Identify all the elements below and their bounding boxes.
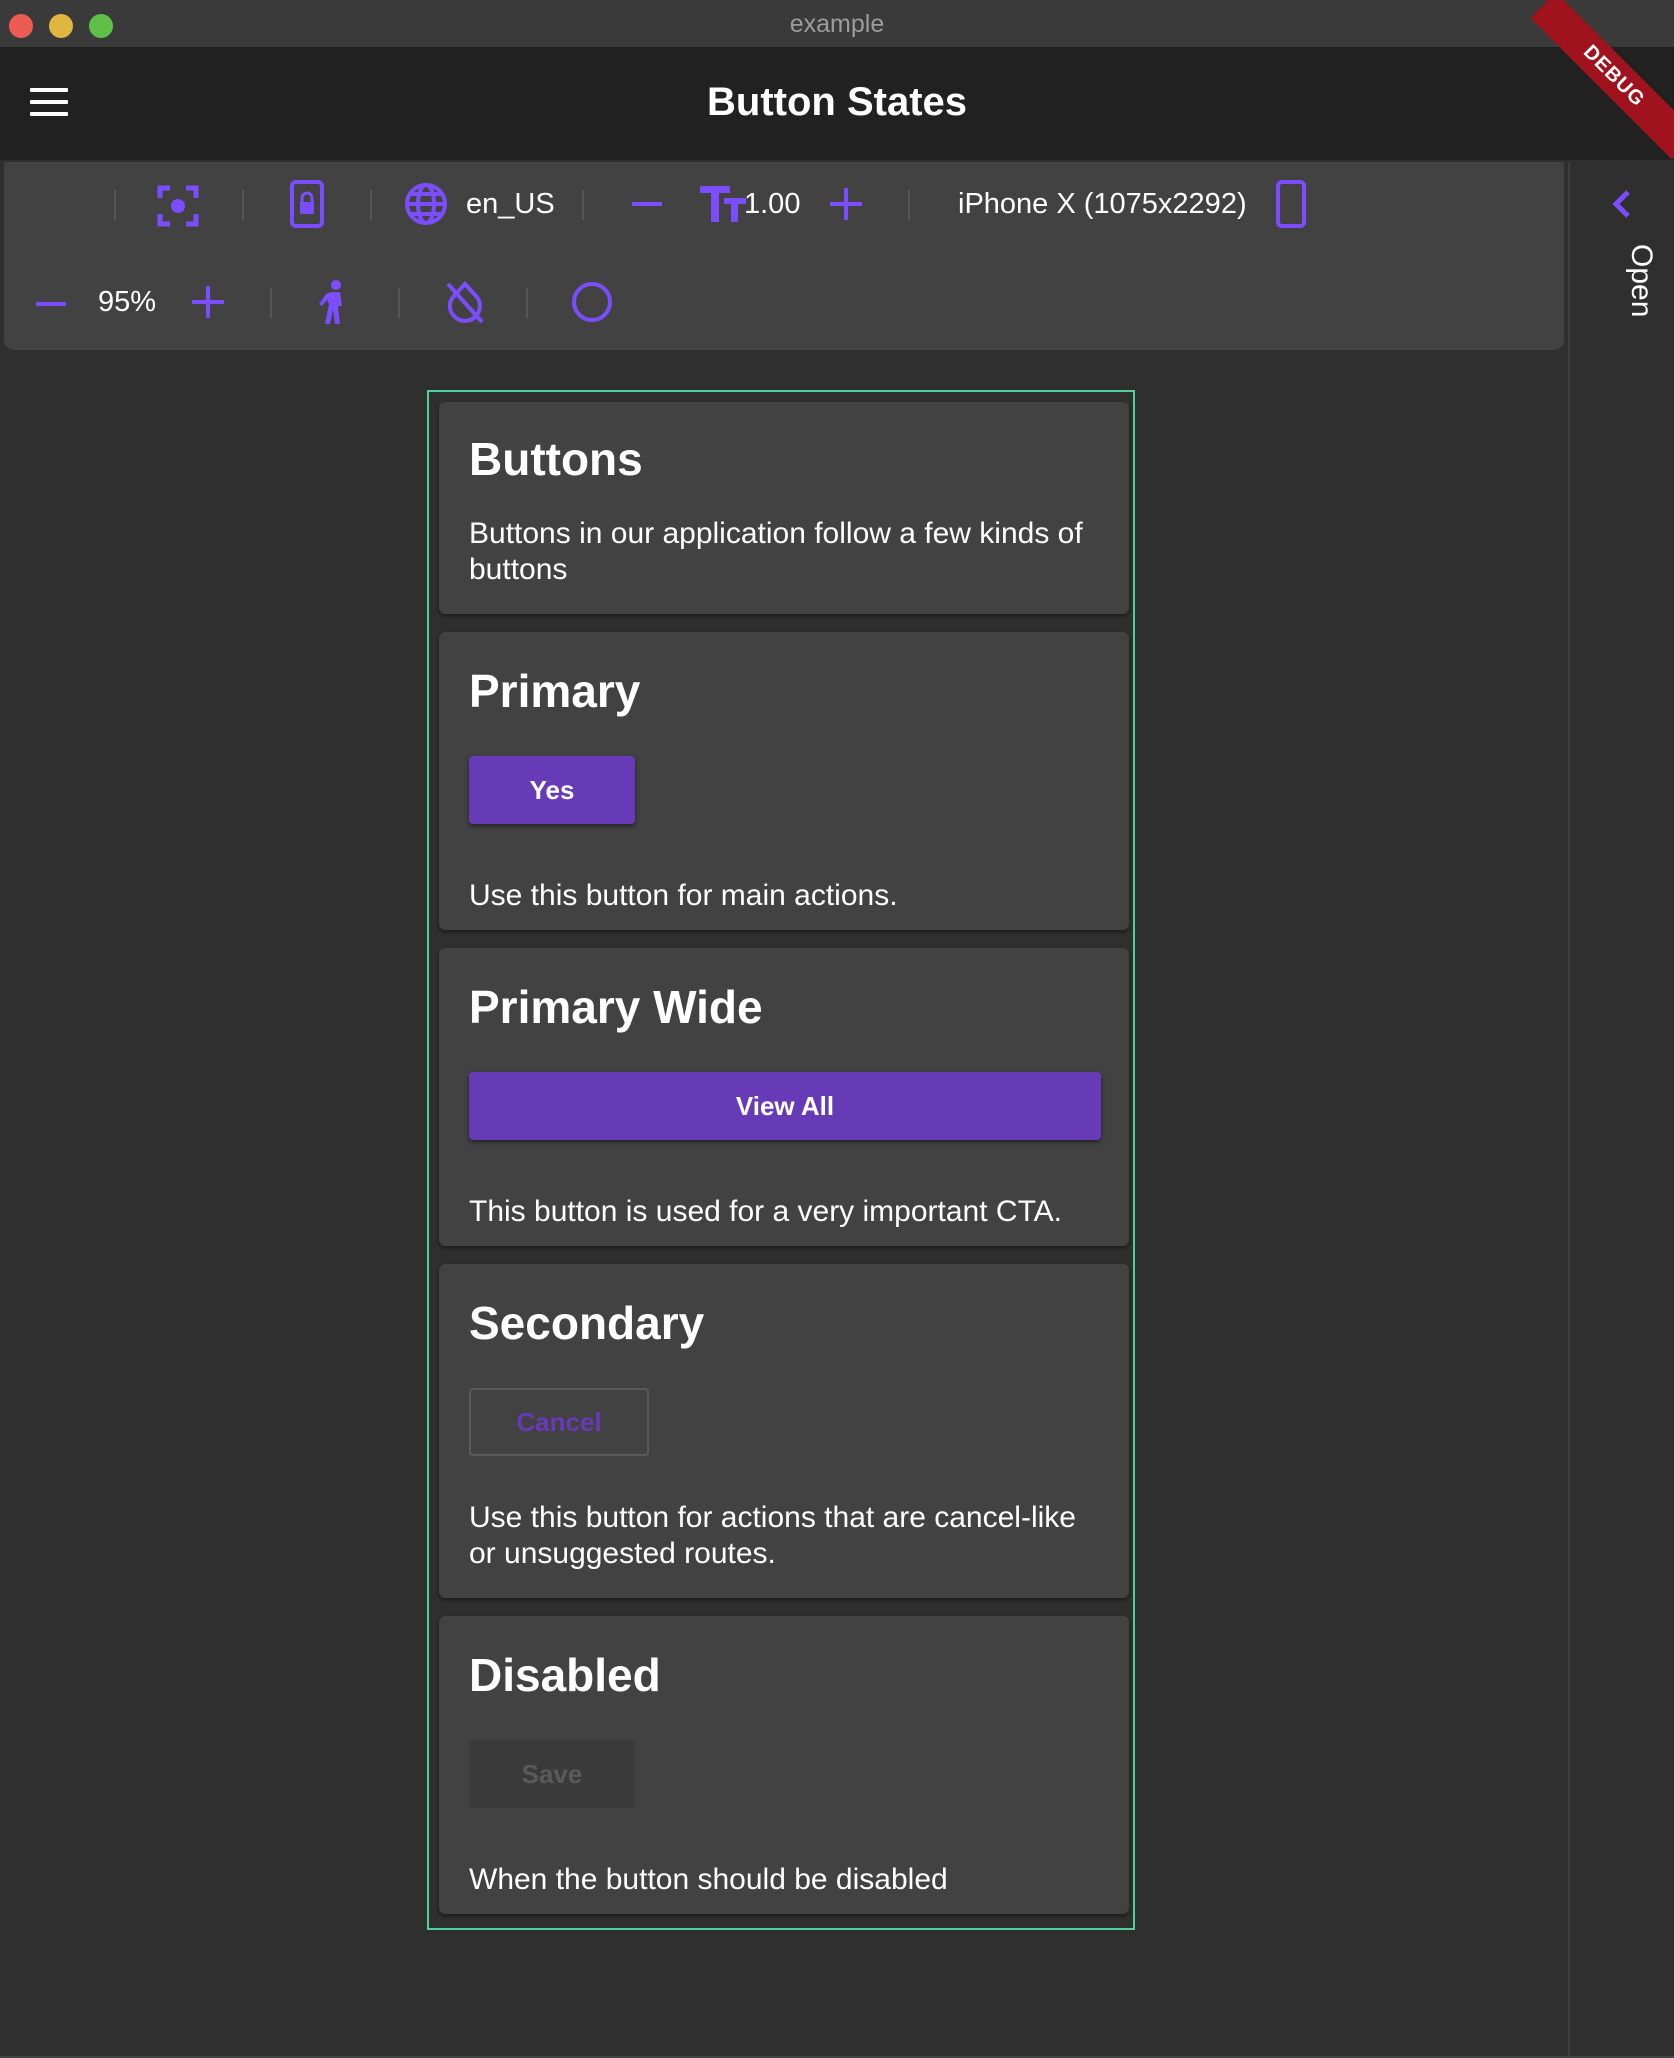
card-primary: Primary Yes Use this button for main act… [439,632,1129,930]
device-preview-toolbar: en_US 1.00 iPhone X (1075x2292) 95% [4,162,1564,350]
globe-icon[interactable] [404,182,448,226]
side-drawer: Open [1568,162,1674,2058]
phone-icon[interactable] [1276,180,1306,228]
save-button: Save [469,1740,635,1808]
card-title: Buttons [469,433,643,485]
card-title: Primary Wide [469,981,763,1033]
card-disabled: Disabled Save When the button should be … [439,1616,1129,1914]
zoom-value: 95% [98,286,157,318]
text-scale-increase-icon[interactable] [830,188,862,220]
zoom-in-icon[interactable] [192,286,224,318]
card-secondary: Secondary Cancel Use this button for act… [439,1264,1129,1598]
dark-mode-icon[interactable] [30,184,74,228]
zoom-out-icon[interactable] [36,302,66,308]
card-description: This button is used for a very important… [469,1195,1063,1228]
card-description: Buttons in our application follow a few … [469,517,1083,586]
card-title: Secondary [469,1297,705,1349]
app-window: example Button States DEBUG en_US 1.00 i… [0,0,1674,2058]
yes-button[interactable]: Yes [469,756,635,824]
cancel-button[interactable]: Cancel [469,1388,649,1456]
card-title: Primary [469,665,641,717]
window-titlebar: example [0,0,1674,48]
window-title: example [789,10,885,38]
text-scale-value: 1.00 [744,188,801,220]
locale-label[interactable]: en_US [466,188,555,221]
card-description: Use this button for main actions. [469,879,898,912]
card-description: When the button should be disabled [469,1863,948,1896]
card-primary-wide: Primary Wide View All This button is use… [439,948,1129,1246]
device-label[interactable]: iPhone X (1075x2292) [958,188,1247,221]
app-bar: Button States DEBUG [0,0,1674,160]
screenshot-focus-icon[interactable] [156,184,200,228]
drawer-open-label[interactable]: Open [1598,244,1658,384]
view-all-button[interactable]: View All [469,1072,1101,1140]
page-title: Button States [707,80,967,124]
walk-icon[interactable] [318,280,352,326]
invert-colors-off-icon[interactable] [444,280,486,326]
text-scale-decrease-icon[interactable] [632,202,662,208]
text-size-icon [700,186,746,222]
card-buttons: Buttons Buttons in our application follo… [439,402,1129,614]
circle-icon[interactable] [570,280,614,324]
card-description: Use this button for actions that are can… [469,1501,1076,1570]
device-preview-frame: Buttons Buttons in our application follo… [427,390,1135,1930]
card-title: Disabled [469,1649,661,1701]
chevron-left-icon[interactable] [1610,190,1632,223]
phone-lock-icon[interactable] [290,180,324,228]
